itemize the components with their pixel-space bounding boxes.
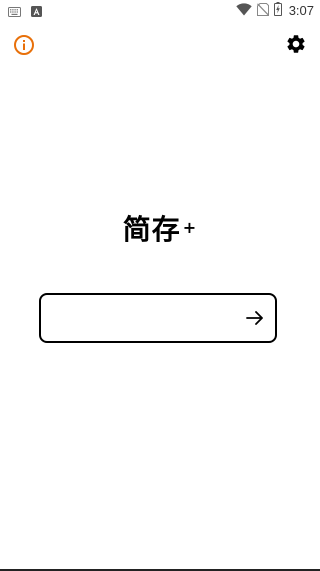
battery-charging-icon (273, 1, 282, 20)
status-bar: 3:07 (0, 0, 320, 20)
gear-icon (285, 35, 307, 59)
status-bar-system: 3:07 (235, 1, 314, 20)
app-logo-text: 简存 (122, 213, 181, 246)
info-icon (13, 35, 35, 60)
arrow-right-icon (243, 311, 267, 334)
input-box (39, 293, 277, 343)
app-logo: 简存 + (0, 208, 320, 252)
submit-button[interactable] (243, 306, 267, 330)
settings-button[interactable] (285, 33, 307, 55)
status-bar-notifications (8, 2, 42, 21)
app-notification-icon (31, 2, 42, 21)
info-button[interactable] (13, 34, 35, 56)
app-logo-plus: + (182, 218, 198, 237)
keyboard-icon (8, 2, 21, 21)
main-text-input[interactable] (51, 303, 245, 335)
status-bar-clock: 3:07 (288, 3, 314, 18)
no-sim-icon (256, 1, 269, 20)
wifi-icon (235, 1, 252, 20)
